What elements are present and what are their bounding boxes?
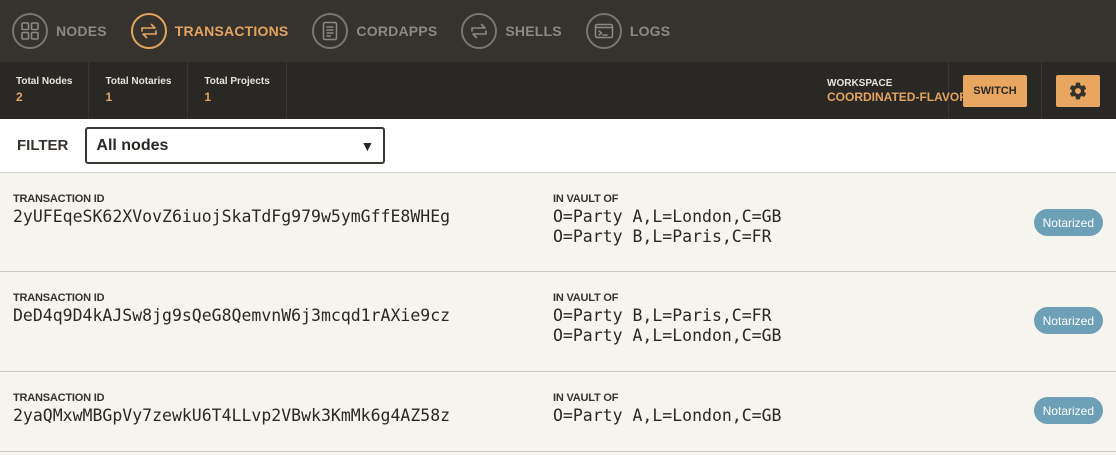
transaction-id-column: TRANSACTION ID DeD4q9D4kAJSw8jg9sQeG8Qem…: [13, 292, 450, 326]
vault-label: IN VAULT OF: [553, 193, 619, 205]
stat-total-notaries: Total Notaries 1: [89, 62, 189, 119]
stat-value: 1: [105, 90, 113, 104]
nav-item-logs[interactable]: LOGS: [585, 13, 671, 49]
stat-total-projects: Total Projects 1: [188, 62, 287, 119]
filter-bar: FILTER All nodes ▼: [0, 119, 1116, 173]
stat-value: 1: [204, 90, 212, 104]
transaction-id-column: TRANSACTION ID 2yUFEqeSK62XVovZ6iuojSkaT…: [13, 193, 450, 227]
transaction-row[interactable]: TRANSACTION ID 2yUFEqeSK62XVovZ6iuojSkaT…: [0, 173, 1116, 272]
nav-item-shells[interactable]: SHELLS: [461, 13, 562, 49]
nav-item-nodes[interactable]: NODES: [12, 13, 107, 49]
nav-label-logs: LOGS: [629, 23, 671, 39]
stat-total-nodes: Total Nodes 2: [0, 62, 90, 119]
vault-label: IN VAULT OF: [553, 292, 619, 304]
transaction-id: 2yUFEqeSK62XVovZ6iuojSkaTdFg979w5ymGffE8…: [13, 207, 451, 226]
stats-bar: Total Nodes 2 Total Notaries 1 Total Pro…: [0, 62, 1116, 119]
vault-column: IN VAULT OF O=Party A,L=London,C=GB O=Pa…: [553, 193, 781, 247]
vault-column: IN VAULT OF O=Party B,L=Paris,C=FR O=Par…: [553, 292, 781, 346]
gear-icon: [1069, 82, 1087, 99]
transaction-id: 2yaQMxwMBGpVy7zewkU6T4LLvp2VBwk3KmMk6g4A…: [13, 406, 451, 425]
nav-item-transactions[interactable]: TRANSACTIONS: [130, 13, 289, 49]
node-filter-select[interactable]: All nodes ▼: [85, 127, 386, 164]
vault-party: O=Party A,L=London,C=GB: [553, 207, 782, 226]
nav-label-nodes: NODES: [56, 23, 107, 39]
stat-label: Total Nodes: [16, 76, 73, 87]
transfer-arrows-icon: [130, 13, 167, 49]
stat-value: 2: [16, 90, 23, 104]
transaction-id-column: TRANSACTION ID 2yaQMxwMBGpVy7zewkU6T4LLv…: [13, 392, 450, 426]
filter-label: FILTER: [17, 137, 69, 154]
terminal-icon: [585, 13, 622, 49]
nav-label-shells: SHELLS: [505, 23, 562, 39]
settings-area: [1042, 62, 1116, 119]
workspace-info: WORKSPACE COORDINATED-FLAVOR: [809, 62, 968, 119]
transaction-id-label: TRANSACTION ID: [13, 392, 105, 404]
top-navigation: NODES TRANSACTIONS CORDAPPS SHELLS LOGS: [0, 0, 1116, 62]
vault-party: O=Party A,L=London,C=GB: [553, 406, 782, 425]
vault-party: O=Party B,L=Paris,C=FR: [553, 306, 772, 325]
transfer-arrows-icon: [461, 13, 498, 49]
status-badge: Notarized: [1033, 307, 1103, 334]
workspace-name: COORDINATED-FLAVOR: [827, 90, 968, 104]
dropdown-arrow-icon: ▼: [360, 137, 375, 154]
transaction-list: TRANSACTION ID 2yUFEqeSK62XVovZ6iuojSkaT…: [0, 173, 1116, 452]
nav-label-cordapps: CORDAPPS: [356, 23, 438, 39]
status-badge: Notarized: [1033, 397, 1103, 424]
vault-party: O=Party B,L=Paris,C=FR: [553, 227, 772, 246]
nav-item-cordapps[interactable]: CORDAPPS: [312, 13, 437, 49]
transaction-id-label: TRANSACTION ID: [13, 292, 105, 304]
settings-button[interactable]: [1056, 74, 1100, 107]
document-icon: [312, 13, 349, 49]
transaction-row[interactable]: TRANSACTION ID 2yaQMxwMBGpVy7zewkU6T4LLv…: [0, 372, 1116, 452]
status-badge: Notarized: [1033, 209, 1103, 236]
switch-area: SWITCH: [949, 62, 1042, 119]
transaction-id: DeD4q9D4kAJSw8jg9sQeG8QemvnW6j3mcqd1rAXi…: [13, 306, 451, 325]
switch-button[interactable]: SWITCH: [963, 74, 1027, 107]
grid-icon: [12, 13, 48, 49]
stat-label: Total Projects: [204, 76, 270, 87]
nav-label-transactions: TRANSACTIONS: [174, 23, 289, 39]
vault-label: IN VAULT OF: [553, 392, 619, 404]
transaction-row[interactable]: TRANSACTION ID DeD4q9D4kAJSw8jg9sQeG8Qem…: [0, 272, 1116, 372]
workspace-label: WORKSPACE: [827, 78, 893, 89]
transaction-id-label: TRANSACTION ID: [13, 193, 105, 205]
vault-party: O=Party A,L=London,C=GB: [553, 326, 782, 345]
vault-column: IN VAULT OF O=Party A,L=London,C=GB: [553, 392, 781, 426]
stat-label: Total Notaries: [105, 76, 172, 87]
filter-selected-value: All nodes: [96, 136, 169, 154]
